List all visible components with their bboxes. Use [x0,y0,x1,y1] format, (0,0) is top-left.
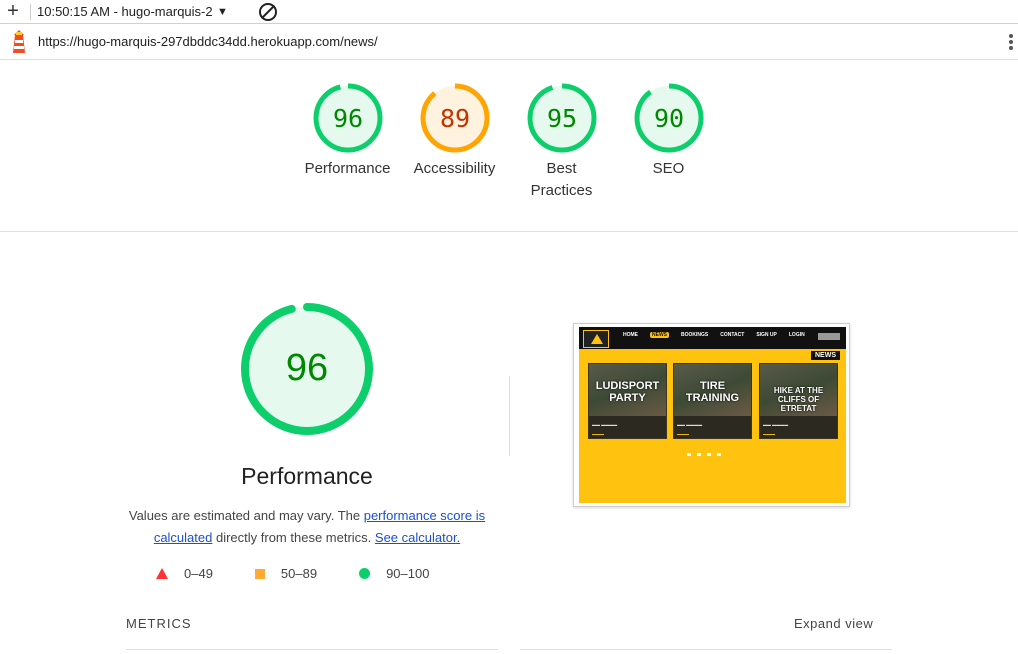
legend-fail: 0–49 [156,566,213,581]
card-link: ▬▬▬▬ [763,432,775,436]
card-title: TIRE TRAINING [685,380,740,404]
gauge-accessibility[interactable]: 89 Accessibility [401,82,508,202]
section-divider [0,231,1018,232]
screenshot-menu: HOME NEWS BOOKINGS CONTACT SIGN UP LOGIN [623,332,817,338]
screenshot-navbar: HOME NEWS BOOKINGS CONTACT SIGN UP LOGIN [579,327,846,349]
vertical-separator [509,376,510,456]
kebab-menu-icon[interactable] [1008,33,1014,53]
gauge-performance[interactable]: 96 Performance [294,82,401,202]
gauge-ring: 95 [527,83,596,153]
card-title: LUDISPORT PARTY [595,380,660,404]
gauge-seo[interactable]: 90 SEO [615,82,722,202]
language-select [818,333,840,340]
gauge-value: 89 [439,104,469,133]
block-icon[interactable] [259,2,277,21]
news-card: LUDISPORT PARTY ▬▬ ▬▬▬▬ ▬▬▬▬ [588,363,667,439]
desc-prefix: Values are estimated and may vary. The [128,508,364,523]
legend-range: 50–89 [280,566,318,581]
triangle-icon [156,568,168,579]
report-selector[interactable]: 10:50:15 AM - hugo-marquis-2 ▼ [37,4,245,19]
toolbar-separator [30,3,31,20]
performance-description: Values are estimated and may vary. The p… [120,505,494,549]
menu-item: NEWS [650,332,669,338]
performance-title: Performance [241,463,373,489]
card-meta: ▬▬ ▬▬▬▬ [763,422,789,427]
final-screenshot-thumbnail[interactable]: HOME NEWS BOOKINGS CONTACT SIGN UP LOGIN… [573,323,850,507]
legend-range: 0–49 [184,566,213,581]
metrics-heading: METRICS [126,616,192,631]
menu-item: HOME [623,332,638,338]
score-legend: 0–49 50–89 90–100 [156,566,471,581]
menu-item: SIGN UP [756,332,777,338]
site-logo-icon [583,330,609,348]
gauge-ring: 89 [420,83,489,153]
gauge-value: 96 [332,104,362,133]
performance-gauge: 96 [241,303,373,435]
menu-item: CONTACT [720,332,745,338]
metrics-divider [126,649,498,650]
metrics-divider [520,649,892,650]
url-bar: https://hugo-marquis-297dbddc34dd.heroku… [0,24,1018,60]
gauge-best-practices[interactable]: 95 Best Practices [508,82,615,202]
card-title: HIKE AT THE CLIFFS OF ETRETAT [773,386,824,413]
screenshot-footer [687,453,747,456]
report-url: https://hugo-marquis-297dbddc34dd.heroku… [38,34,378,49]
legend-pass: 90–100 [359,566,429,581]
news-card: TIRE TRAINING ▬▬ ▬▬▬▬ ▬▬▬▬ [673,363,752,439]
legend-average: 50–89 [254,566,318,581]
desc-middle: directly from these metrics. [212,530,375,545]
gauge-label: SEO [652,160,685,177]
menu-item: BOOKINGS [681,332,709,338]
screenshot-page: HOME NEWS BOOKINGS CONTACT SIGN UP LOGIN… [579,327,846,503]
gauge-value: 95 [546,104,576,133]
gauge-ring: 96 [313,83,382,153]
see-calculator-link[interactable]: See calculator. [375,530,460,545]
gauge-label: Performance [304,160,391,177]
caret-down-icon: ▼ [217,5,228,18]
card-link: ▬▬▬▬ [677,432,689,436]
score-gauges: 96 Performance 89 Accessibility 95 Best … [294,82,722,202]
report-toolbar: + 10:50:15 AM - hugo-marquis-2 ▼ [0,0,1018,24]
legend-range: 90–100 [386,566,430,581]
gauge-value: 90 [653,104,683,133]
gauge-label: Accessibility [413,160,496,177]
expand-view-button[interactable]: Expand view [794,616,873,631]
menu-item: LOGIN [788,332,805,338]
card-meta: ▬▬ ▬▬▬▬ [677,422,703,427]
gauge-label: Best Practices [530,160,593,199]
performance-score: 96 [286,347,328,389]
circle-icon [359,568,371,579]
lighthouse-icon [13,29,25,53]
card-meta: ▬▬ ▬▬▬▬ [592,422,618,427]
plus-icon[interactable]: + [0,0,26,24]
news-heading: NEWS [811,351,840,360]
square-icon [254,568,265,579]
news-card: HIKE AT THE CLIFFS OF ETRETAT ▬▬ ▬▬▬▬ ▬▬… [759,363,838,439]
gauge-ring: 90 [634,83,703,153]
report-selector-label: 10:50:15 AM - hugo-marquis-2 [37,4,213,19]
card-link: ▬▬▬▬ [592,432,604,436]
